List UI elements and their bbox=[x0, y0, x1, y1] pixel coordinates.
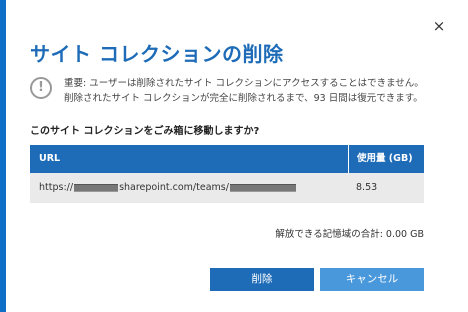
accent-bar bbox=[0, 0, 6, 312]
redaction-bar bbox=[229, 184, 296, 192]
column-header-url: URL bbox=[39, 153, 61, 164]
delete-site-collection-dialog: × サイト コレクションの削除 ! 重要: ユーザーは削除されたサイト コレクシ… bbox=[0, 0, 468, 312]
storage-total: 解放できる記憶域の合計: 0.00 GB bbox=[275, 229, 424, 240]
site-size-cell: 8.53 bbox=[356, 182, 378, 193]
column-header-size: 使用量 (GB) bbox=[348, 145, 424, 173]
url-prefix: https:// bbox=[39, 182, 74, 193]
table-row: https:// sharepoint.com/teams/ 8.53 bbox=[30, 173, 424, 203]
url-domain: sharepoint.com/teams/ bbox=[119, 182, 229, 193]
table-header: URL 使用量 (GB) bbox=[30, 145, 424, 173]
dialog-title: サイト コレクションの削除 bbox=[30, 42, 284, 66]
site-collection-table: URL 使用量 (GB) https:// sharepoint.com/tea… bbox=[30, 145, 424, 203]
notice-text: 重要: ユーザーは削除されたサイト コレクションにアクセスすることはできません。… bbox=[64, 78, 424, 104]
cancel-button[interactable]: キャンセル bbox=[320, 268, 424, 291]
confirm-question: このサイト コレクションをごみ箱に移動しますか? bbox=[30, 126, 260, 137]
warning-icon: ! bbox=[30, 77, 52, 99]
site-url-cell: https:// sharepoint.com/teams/ bbox=[30, 173, 348, 203]
close-icon[interactable]: × bbox=[431, 18, 447, 34]
delete-button[interactable]: 削除 bbox=[210, 268, 314, 291]
redaction-bar bbox=[74, 184, 119, 192]
